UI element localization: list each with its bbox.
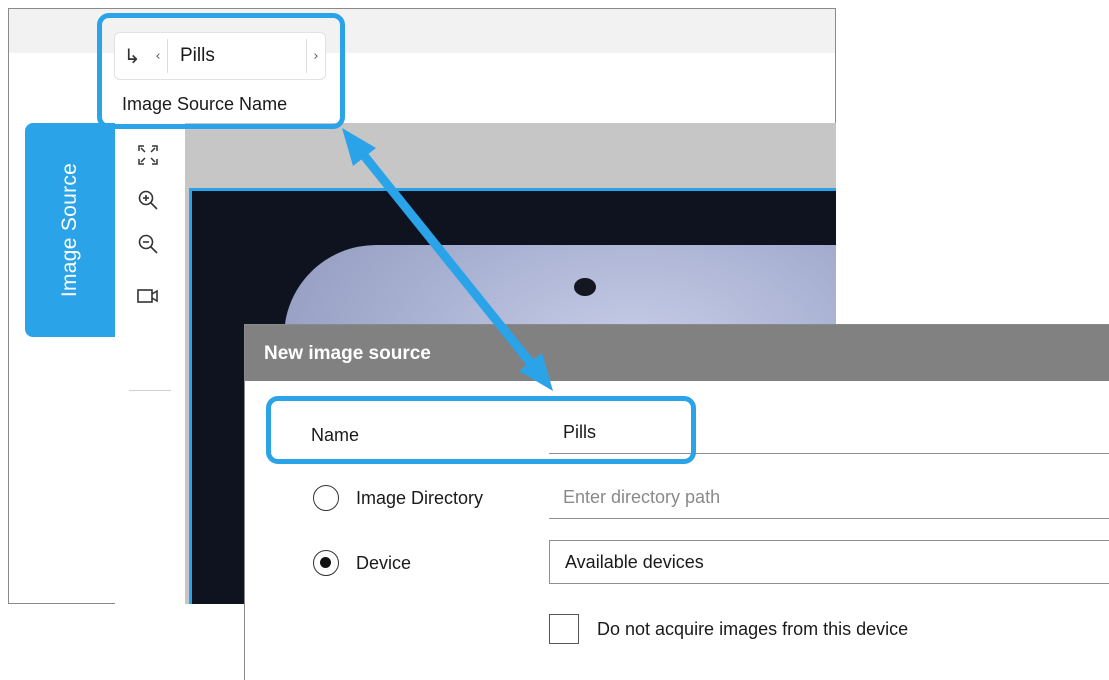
- viewer-toolbar: [115, 123, 185, 604]
- zoom-in-icon[interactable]: [134, 186, 162, 214]
- device-radio[interactable]: [313, 550, 339, 576]
- dialog-titlebar: New image source: [245, 325, 1109, 381]
- side-tab-label: Image Source: [58, 162, 81, 298]
- toolbar-separator: [129, 390, 171, 391]
- fit-to-window-icon[interactable]: [134, 141, 162, 169]
- device-dropdown[interactable]: Available devices: [549, 540, 1109, 584]
- directory-path-underline: [549, 518, 1109, 519]
- video-camera-icon[interactable]: [134, 282, 162, 310]
- new-image-source-dialog: New image source Name Pills Image Direct…: [244, 324, 1109, 680]
- zoom-out-icon[interactable]: [134, 230, 162, 258]
- image-source-side-tab[interactable]: Image Source: [25, 123, 115, 337]
- image-directory-label: Image Directory: [356, 488, 484, 508]
- device-dropdown-value: Available devices: [565, 552, 704, 572]
- pill-defect-spot: [574, 278, 596, 296]
- name-field-highlight: [266, 396, 696, 464]
- device-label: Device: [356, 553, 412, 573]
- directory-path-input[interactable]: Enter directory path: [563, 487, 720, 508]
- image-directory-radio[interactable]: [313, 485, 339, 511]
- no-acquire-checkbox[interactable]: [549, 614, 579, 644]
- dialog-title: New image source: [264, 343, 431, 364]
- image-source-name-highlight: [97, 13, 345, 129]
- no-acquire-label: Do not acquire images from this device: [597, 619, 909, 639]
